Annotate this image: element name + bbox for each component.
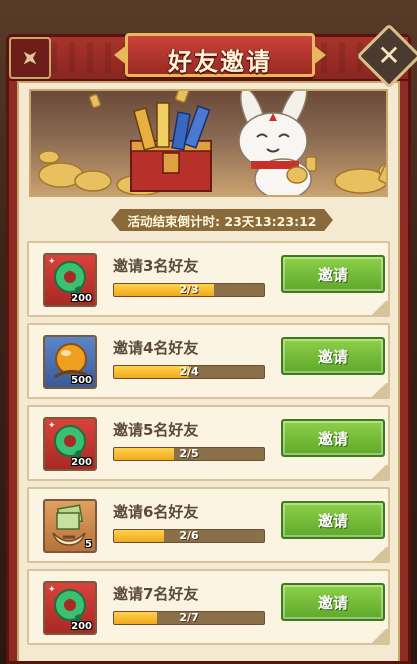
invite-button[interactable]: 邀请 xyxy=(281,501,385,539)
progress-bar: 2/3 xyxy=(113,283,265,297)
reward-slot[interactable]: 5 xyxy=(43,499,97,553)
reward-count: 200 xyxy=(71,457,92,468)
reward-slot[interactable]: ✦ 200 xyxy=(43,417,97,471)
close-icon: ✕ xyxy=(377,39,401,72)
task-card: ✦ 200 邀请3名好友 2/3 邀请 xyxy=(27,241,390,317)
task-card: 5 邀请6名好友 2/6 邀请 xyxy=(27,487,390,563)
progress-bar: 2/5 xyxy=(113,447,265,461)
rabbit-mascot-icon xyxy=(238,91,312,195)
reward-slot[interactable]: ✦ 200 xyxy=(43,253,97,307)
task-card: ✦ 200 邀请7名好友 2/7 邀请 xyxy=(27,569,390,645)
invite-button[interactable]: 邀请 xyxy=(281,337,385,375)
reward-count: 200 xyxy=(71,621,92,632)
task-list[interactable]: ✦ 200 邀请3名好友 2/3 邀请 500 邀请4名好友 2/4 邀请 ✦ … xyxy=(27,241,390,664)
dialog-title: 好友邀请 xyxy=(168,48,272,76)
task-label: 邀请3名好友 xyxy=(113,257,199,275)
progress-text: 2/7 xyxy=(179,611,199,624)
progress-bar: 2/7 xyxy=(113,611,265,625)
reward-count: 500 xyxy=(71,375,92,386)
title-plate: 好友邀请 xyxy=(125,33,315,77)
progress-text: 2/5 xyxy=(179,447,199,460)
invite-button[interactable]: 邀请 xyxy=(281,419,385,457)
task-label: 邀请7名好友 xyxy=(113,585,199,603)
task-card: ✦ 200 邀请5名好友 2/5 邀请 xyxy=(27,405,390,481)
task-card: 500 邀请4名好友 2/4 邀请 xyxy=(27,323,390,399)
reward-slot[interactable]: 500 xyxy=(43,335,97,389)
banner-illustration xyxy=(38,91,386,195)
task-label: 邀请5名好友 xyxy=(113,421,199,439)
corner-ornament xyxy=(9,37,51,79)
dialog-body: 活动结束倒计时: 23天13:23:12 ✦ 200 邀请3名好友 2/3 邀请… xyxy=(17,81,400,661)
dialog-header: 好友邀请 xyxy=(9,33,408,81)
invite-dialog: 好友邀请 活动结束倒计时: 23天13:23:12 ✦ 200 邀请3名好友 2… xyxy=(6,23,417,664)
reward-slot[interactable]: ✦ 200 xyxy=(43,581,97,635)
invite-button[interactable]: 邀请 xyxy=(281,583,385,621)
reward-count: 5 xyxy=(85,539,92,550)
shuriken-icon xyxy=(17,45,42,70)
progress-text: 2/6 xyxy=(179,529,199,542)
progress-bar: 2/6 xyxy=(113,529,265,543)
countdown-timer: 活动结束倒计时: 23天13:23:12 xyxy=(111,209,333,231)
task-label: 邀请6名好友 xyxy=(113,503,199,521)
task-label: 邀请4名好友 xyxy=(113,339,199,357)
treasure-chest-icon xyxy=(130,102,212,192)
progress-text: 2/4 xyxy=(179,365,199,378)
progress-bar: 2/4 xyxy=(113,365,265,379)
event-banner xyxy=(29,89,388,197)
progress-text: 2/3 xyxy=(179,283,199,296)
reward-count: 200 xyxy=(71,293,92,304)
invite-button[interactable]: 邀请 xyxy=(281,255,385,293)
